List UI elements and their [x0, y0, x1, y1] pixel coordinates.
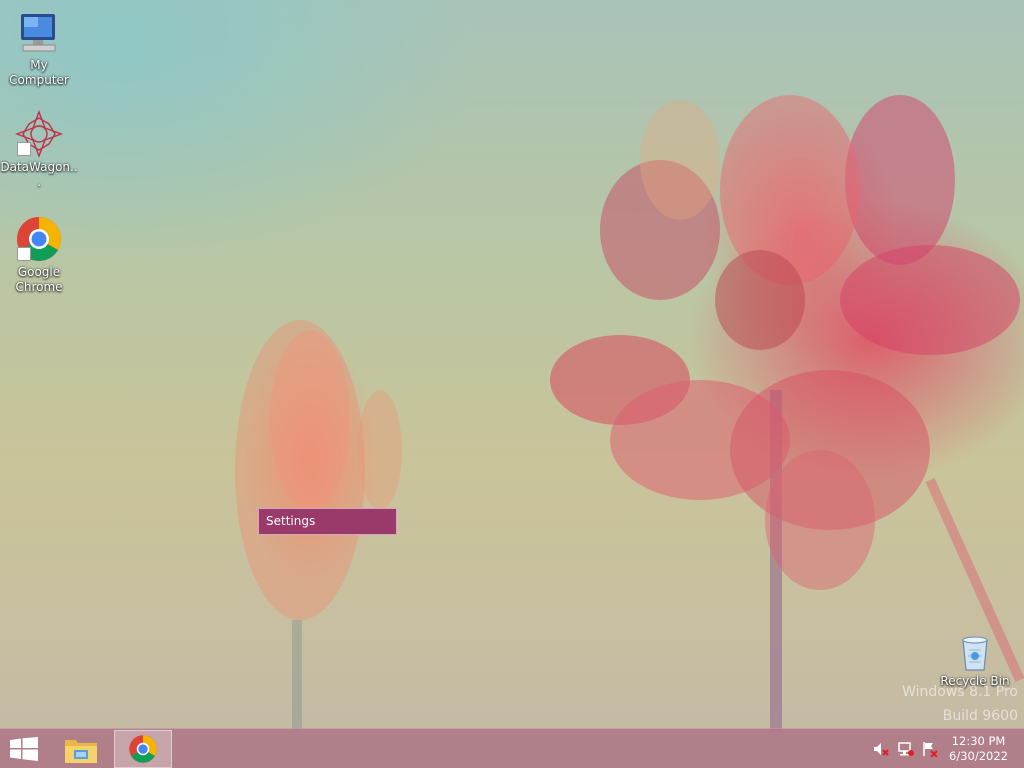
wallpaper-flowers	[235, 95, 1024, 730]
os-watermark: Windows 8.1 Pro Build 9600	[902, 680, 1018, 728]
desktop-icon-label: My Computer	[9, 58, 69, 87]
desktop-icon-my-computer[interactable]: My Computer	[0, 8, 79, 88]
watermark-build: Build 9600	[942, 708, 1018, 724]
watermark-edition: Windows 8.1 Pro	[902, 684, 1018, 700]
chrome-icon	[15, 215, 63, 263]
start-button[interactable]	[0, 730, 48, 768]
shortcut-arrow-icon	[17, 247, 31, 261]
volume-muted-icon[interactable]	[873, 741, 889, 757]
chrome-icon	[129, 735, 157, 763]
menu-item-settings[interactable]: Settings	[259, 509, 396, 534]
desktop-icon-label: Google Chrome	[15, 265, 63, 294]
network-disconnected-icon[interactable]	[898, 741, 914, 757]
datawagon-icon	[15, 110, 63, 158]
taskbar-google-chrome[interactable]	[114, 730, 172, 768]
taskbar: 12:30 PM 6/30/2022	[0, 728, 1024, 768]
recycle-bin-icon	[955, 632, 995, 672]
taskbar-clock[interactable]: 12:30 PM 6/30/2022	[949, 734, 1008, 764]
file-explorer-icon	[65, 740, 97, 763]
shortcut-arrow-icon	[17, 142, 31, 156]
taskbar-file-explorer[interactable]	[52, 730, 110, 768]
action-center-flag-icon[interactable]	[922, 741, 938, 758]
computer-icon	[15, 8, 63, 56]
clock-time: 12:30 PM	[951, 734, 1006, 748]
desktop-icon-google-chrome[interactable]: Google Chrome	[0, 215, 79, 295]
context-menu: Settings	[258, 508, 397, 535]
windows-logo-icon	[10, 737, 38, 761]
desktop-icon-datawagon[interactable]: DataWagon...	[0, 110, 79, 190]
clock-date: 6/30/2022	[949, 749, 1008, 763]
desktop-icon-label: DataWagon...	[0, 160, 78, 189]
